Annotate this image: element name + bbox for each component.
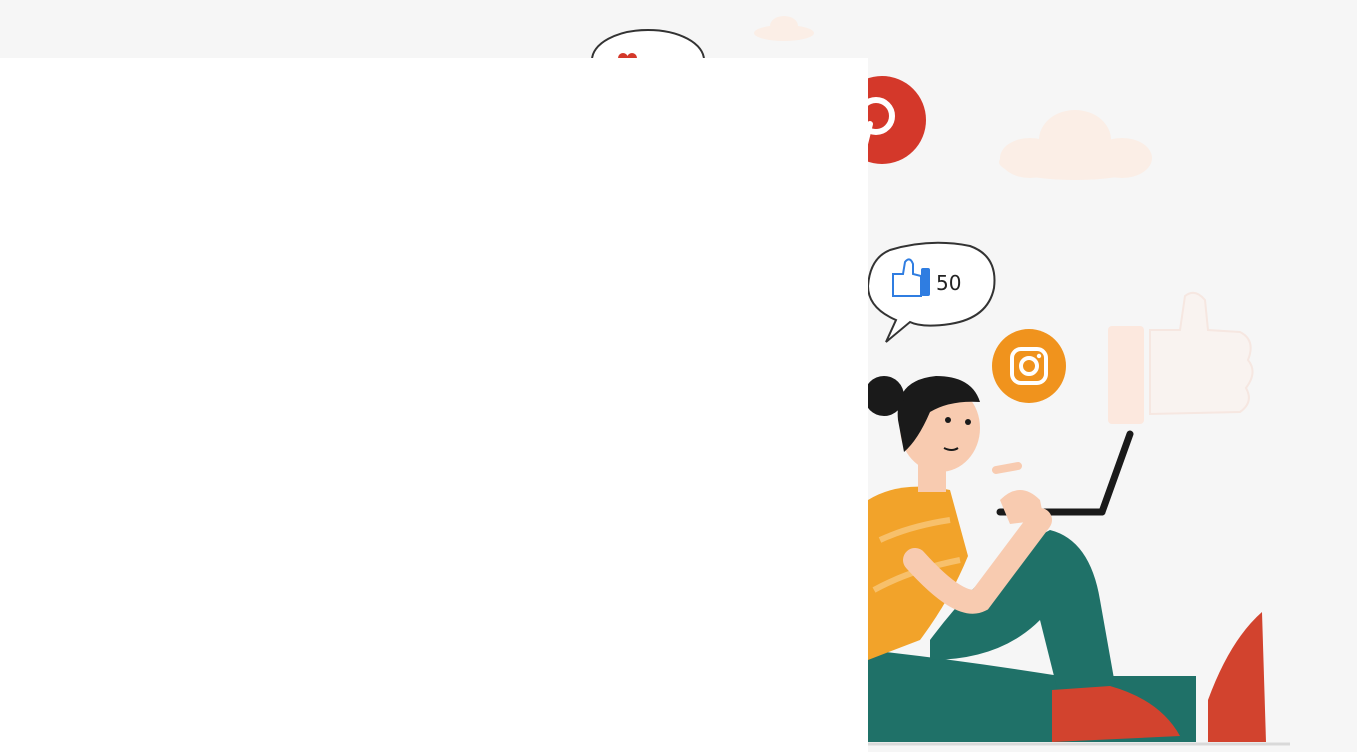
- person-figure: [864, 376, 1266, 742]
- instagram-icon: [992, 329, 1066, 403]
- small-cloud-icon: [754, 16, 814, 41]
- like-bubble: 50: [866, 241, 996, 343]
- like-count: 50: [936, 271, 961, 295]
- blank-white-panel: [0, 58, 868, 752]
- faded-thumbs-up-icon: [1108, 291, 1254, 424]
- cloud-icon: [999, 110, 1152, 180]
